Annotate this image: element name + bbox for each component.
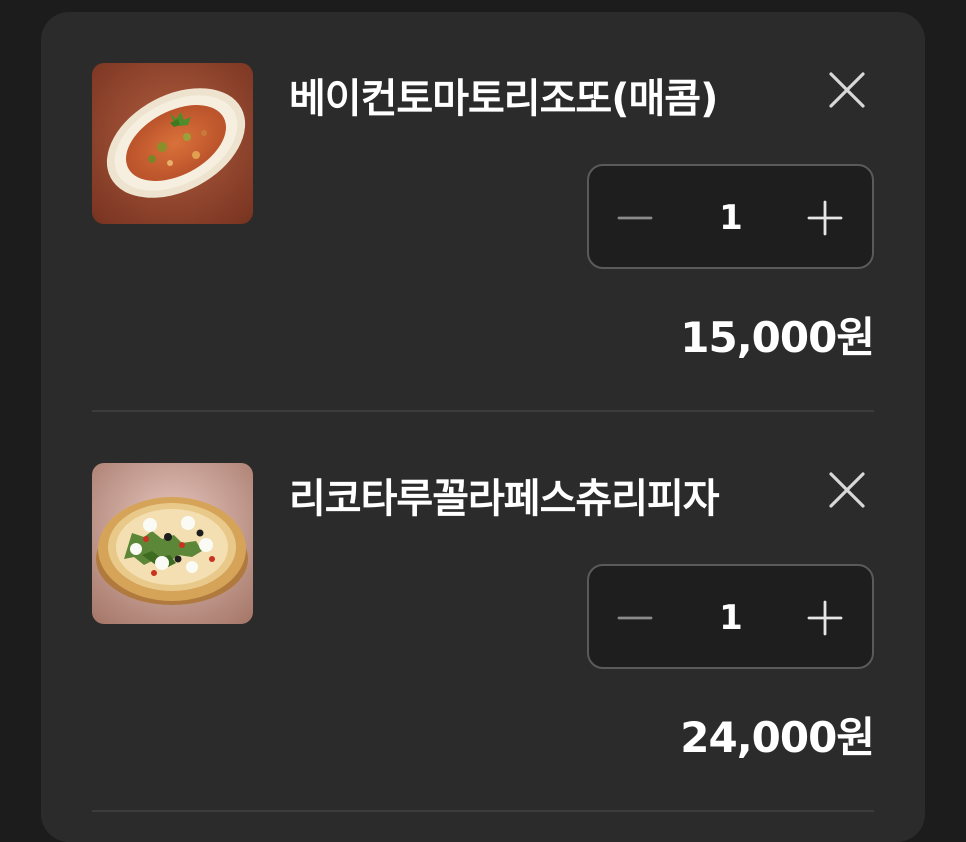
close-icon bbox=[829, 472, 865, 508]
cart-panel: 베이컨토마토리조또(매콤) 1 15,000원 리코타루꼴라페스츄리피자 1 2… bbox=[41, 12, 925, 842]
item-name: 베이컨토마토리조또(매콤) bbox=[289, 76, 718, 122]
item-divider bbox=[92, 810, 874, 812]
decrease-quantity-button[interactable] bbox=[613, 198, 657, 238]
remove-item-button[interactable] bbox=[825, 68, 869, 112]
cart-item: 베이컨토마토리조또(매콤) 1 15,000원 bbox=[41, 12, 925, 412]
pizza-image bbox=[92, 463, 253, 624]
quantity-value: 1 bbox=[719, 598, 743, 638]
plus-icon bbox=[807, 200, 843, 236]
quantity-stepper: 1 bbox=[587, 564, 874, 669]
quantity-value: 1 bbox=[719, 198, 743, 238]
decrease-quantity-button[interactable] bbox=[613, 598, 657, 638]
plus-icon bbox=[807, 600, 843, 636]
remove-item-button[interactable] bbox=[825, 468, 869, 512]
minus-icon bbox=[617, 616, 653, 620]
item-price: 24,000원 bbox=[680, 713, 875, 762]
close-icon bbox=[829, 72, 865, 108]
increase-quantity-button[interactable] bbox=[803, 198, 847, 238]
item-name: 리코타루꼴라페스츄리피자 bbox=[289, 476, 720, 522]
quantity-stepper: 1 bbox=[587, 164, 874, 269]
minus-icon bbox=[617, 216, 653, 220]
cart-item: 리코타루꼴라페스츄리피자 1 24,000원 bbox=[41, 412, 925, 812]
risotto-dish-image bbox=[92, 63, 253, 224]
increase-quantity-button[interactable] bbox=[803, 598, 847, 638]
item-price: 15,000원 bbox=[680, 313, 875, 362]
